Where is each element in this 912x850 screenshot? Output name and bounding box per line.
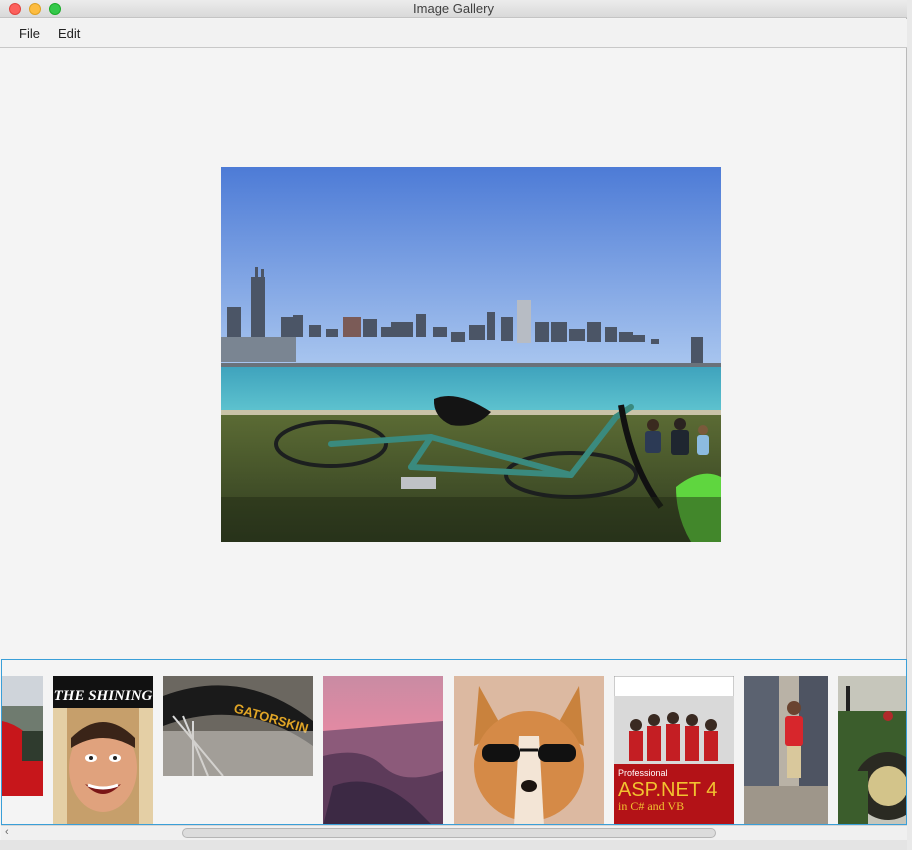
thumbnail-strip: THE SHINING GATORSKIN Professional ASP.N… (1, 659, 907, 825)
book-caption-2: ASP.NET 4 (618, 779, 717, 801)
thumbnail-1[interactable]: THE SHINING (53, 676, 153, 824)
book-caption-1: Professional (618, 768, 668, 778)
main-image (221, 167, 721, 542)
thumbnail-2[interactable]: GATORSKIN (163, 676, 313, 776)
image-viewer (1, 49, 906, 659)
thumbnail-5[interactable]: Professional ASP.NET 4 in C# and VB (614, 676, 734, 824)
menu-edit[interactable]: Edit (58, 26, 80, 41)
thumbnail-0[interactable] (2, 676, 43, 796)
scrollbar-thumb[interactable] (182, 828, 716, 838)
app-window: Image Gallery File Edit THE SHINING GATO… (0, 0, 907, 850)
window-title: Image Gallery (413, 1, 494, 16)
thumbnail-7[interactable] (838, 676, 906, 824)
menu-bar: File Edit (0, 19, 907, 48)
thumbnail-3[interactable] (323, 676, 443, 824)
menu-file[interactable]: File (19, 26, 40, 41)
thumbnail-4[interactable] (454, 676, 604, 824)
thumbnail-6[interactable] (744, 676, 828, 824)
scroll-left-icon[interactable]: ‹ (5, 826, 9, 838)
title-bar[interactable]: Image Gallery (0, 0, 907, 18)
book-caption-3: in C# and VB (618, 799, 684, 813)
window-bottom-edge (0, 840, 907, 850)
thumbnail-scrollbar[interactable]: ‹ (1, 825, 907, 840)
shining-title: THE SHINING (54, 688, 153, 704)
desktop-backdrop (907, 0, 912, 850)
